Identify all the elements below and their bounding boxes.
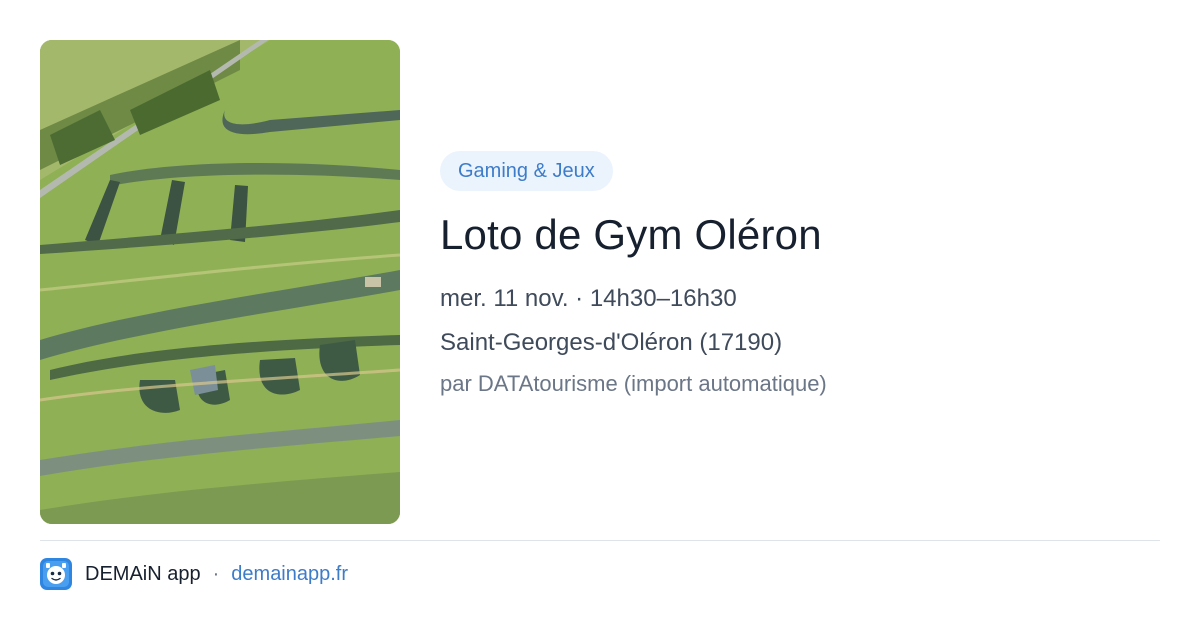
demain-app-logo-icon[interactable] <box>40 558 72 590</box>
footer-separator: · <box>212 562 220 585</box>
event-datetime: mer. 11 nov. · 14h30–16h30 <box>440 285 737 312</box>
event-source: par DATAtourisme (import automatique) <box>440 371 827 396</box>
footer-divider <box>40 540 1160 541</box>
event-photo <box>40 40 400 524</box>
app-name: DEMAiN app <box>85 562 201 585</box>
footer: DEMAiN app · demainapp.fr <box>40 558 348 590</box>
event-title: Loto de Gym Oléron <box>440 211 822 258</box>
site-link[interactable]: demainapp.fr <box>231 563 348 586</box>
salt-marsh-aerial-image <box>40 40 400 524</box>
category-tag[interactable]: Gaming & Jeux <box>440 151 613 191</box>
event-info: Gaming & Jeux Loto de Gym Oléron mer. 11… <box>440 151 1160 399</box>
event-location: Saint-Georges-d'Oléron (17190) <box>440 329 783 356</box>
